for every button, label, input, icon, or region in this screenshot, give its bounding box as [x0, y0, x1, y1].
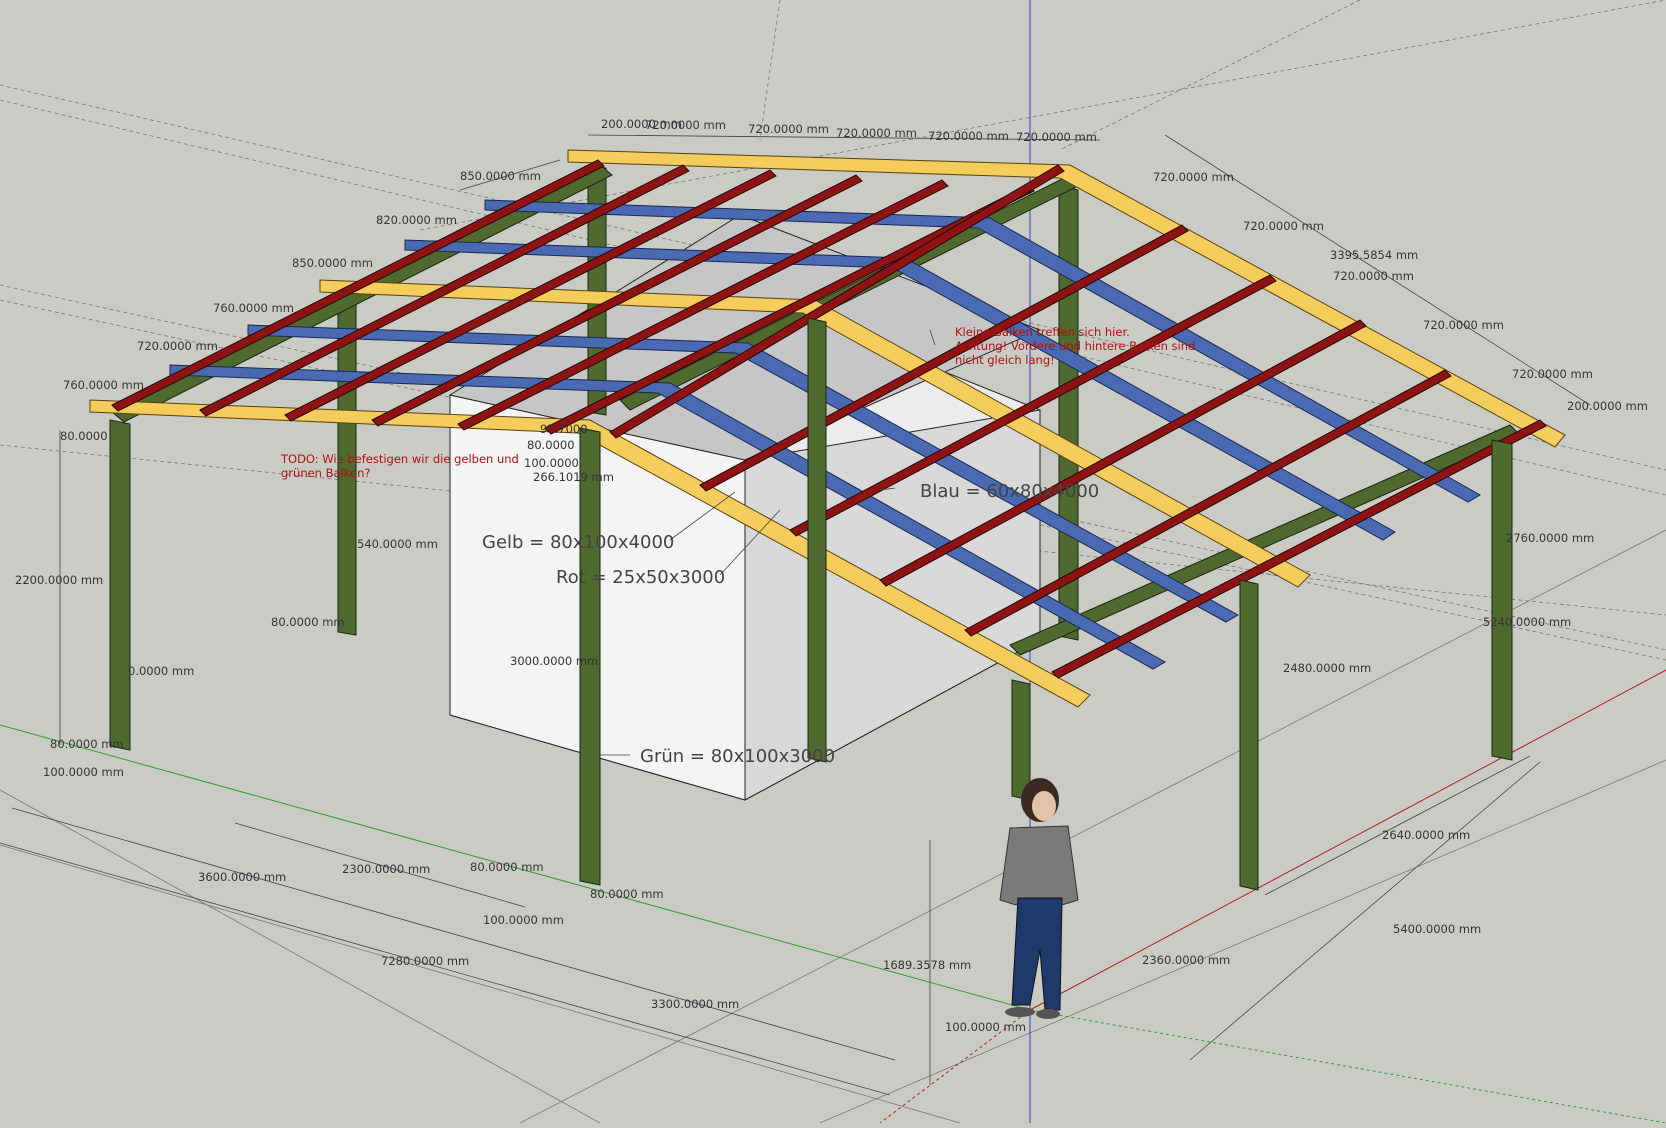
dim-label: 266.1019 mm	[533, 470, 614, 484]
dim-label: 2640.0000 mm	[1382, 828, 1470, 842]
model-viewport[interactable]: 200.0000 mm 720.0000 mm 720.0000 mm 720.…	[0, 0, 1666, 1124]
dim-label: 200.0000 mm	[1567, 399, 1648, 413]
scale-person	[999, 778, 1079, 1019]
dim-label: 720.0000 mm	[645, 118, 726, 132]
green-axis-dotted	[1029, 1009, 1666, 1124]
dim-label: 97.7000	[540, 422, 588, 436]
dim-label: 100.0000 mm	[945, 1020, 1026, 1034]
dim-label: 100.0000	[524, 456, 579, 470]
dim-label: 80.0000	[60, 429, 108, 443]
dim-label: 3395.5854 mm	[1330, 248, 1418, 262]
dim-label: 3600.0000 mm	[198, 870, 286, 884]
dim-label: 2480.0000 mm	[1283, 661, 1371, 675]
dim-label: 80.0000 mm	[470, 860, 544, 874]
dim-label: 720.0000 mm	[1423, 318, 1504, 332]
dim-label: 720.0000 mm	[1512, 367, 1593, 381]
dim-label: 720.0000 mm	[1243, 219, 1324, 233]
dim-label: 2300.0000 mm	[342, 862, 430, 876]
dim-label: 3000.0000 mm	[510, 654, 598, 668]
dim-label: 820.0000 mm	[376, 213, 457, 227]
dim-label: 850.0000 mm	[292, 256, 373, 270]
dim-label: 720.0000 mm	[748, 122, 829, 136]
dim-label: 100.0000 mm	[43, 765, 124, 779]
dim-label: 540.0000 mm	[357, 537, 438, 551]
label-gruen: Grün = 80x100x3000	[640, 746, 835, 767]
warning-note-line-1: Kleine Balken treffen sich hier.	[955, 325, 1130, 339]
todo-note-line-2: grünen Balken?	[281, 466, 370, 480]
carport-3d-model: 200.0000 mm 720.0000 mm 720.0000 mm 720.…	[0, 0, 1666, 1124]
dim-label: 7280.0000 mm	[381, 954, 469, 968]
dim-label: 760.0000 mm	[63, 378, 144, 392]
dim-label: 80.0000 mm	[271, 615, 345, 629]
label-rot: Rot = 25x50x3000	[556, 567, 725, 588]
warning-note-line-2: Achtung! Vordere und hintere Balken sind	[955, 339, 1195, 353]
dim-label: 720.0000 mm	[1333, 269, 1414, 283]
dim-label: 720.0000 mm	[836, 126, 917, 140]
dim-label: 5240.0000 mm	[1483, 615, 1571, 629]
dim-label: 760.0000 mm	[213, 301, 294, 315]
label-blau: Blau = 60x80x4000	[920, 481, 1099, 502]
dim-label: 2200.0000 mm	[15, 573, 103, 587]
label-gelb: Gelb = 80x100x4000	[482, 532, 674, 553]
dim-label: 720.0000 mm	[1016, 130, 1097, 144]
warning-note-line-3: nicht gleich lang!	[955, 353, 1055, 367]
dim-label: 80.0000 mm	[590, 887, 664, 901]
red-axis	[1029, 669, 1666, 1011]
dim-label: 80.0000	[527, 438, 575, 452]
dim-label: 3300.0000 mm	[651, 997, 739, 1011]
dim-label: 100.0000 mm	[483, 913, 564, 927]
dim-label: 720.0000 mm	[137, 339, 218, 353]
dim-label: 720.0000 mm	[928, 129, 1009, 143]
dim-label: 5400.0000 mm	[1393, 922, 1481, 936]
dim-label: 2760.0000 mm	[1506, 531, 1594, 545]
dim-label: 720.0000 mm	[1153, 170, 1234, 184]
dim-label: 2360.0000 mm	[1142, 953, 1230, 967]
dim-label: 1689.3578 mm	[883, 958, 971, 972]
dim-label: 850.0000 mm	[460, 169, 541, 183]
dim-label: 80.0000 mm	[50, 737, 124, 751]
dim-label: 0.0000 mm	[128, 664, 194, 678]
todo-note-line-1: TODO: Wie befestigen wir die gelben und	[280, 452, 519, 466]
